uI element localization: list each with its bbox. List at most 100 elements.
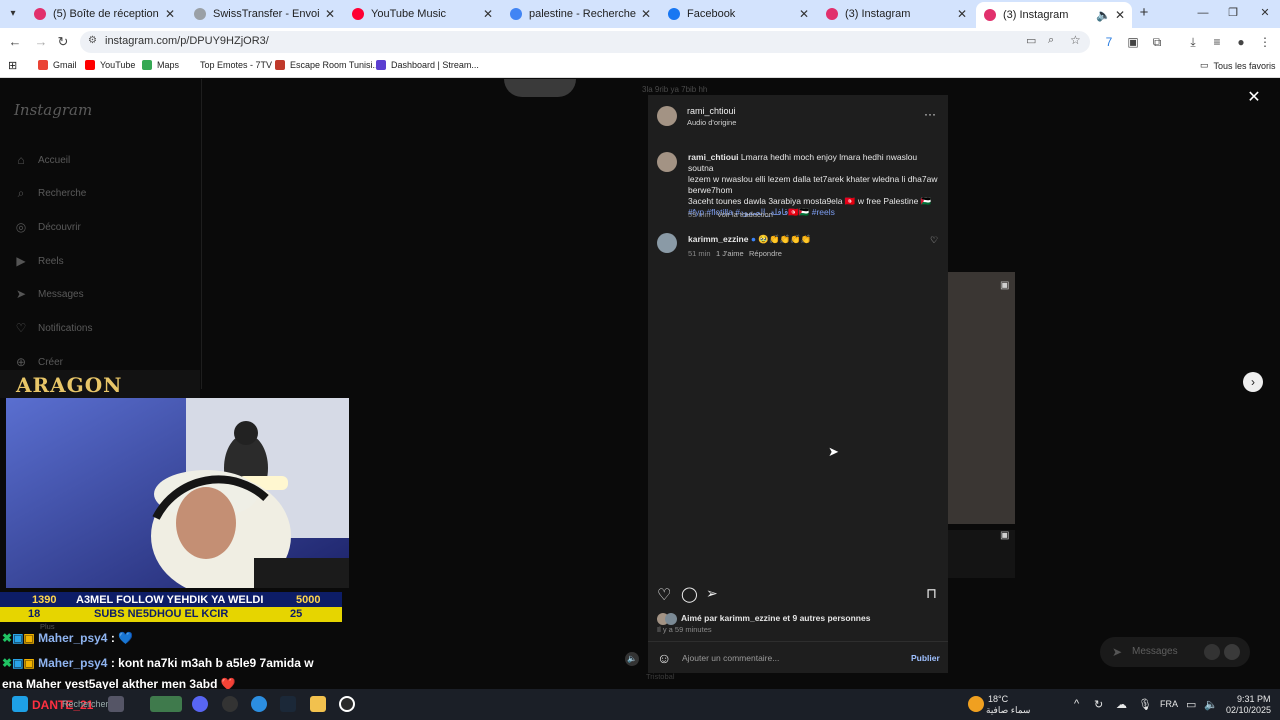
reload-icon[interactable]: ↻ [54, 33, 72, 51]
profile-icon[interactable]: ● [1232, 33, 1250, 51]
bookmark-dashboard[interactable]: Dashboard | Stream... [376, 60, 479, 70]
tab-youtube-music[interactable]: YouTube Music ✕ [344, 2, 500, 26]
apps-icon[interactable]: ⊞ [8, 59, 17, 72]
reply-link[interactable]: Répondre [749, 249, 782, 258]
nav-notifications[interactable]: ♡ Notifications [14, 321, 93, 335]
obs-icon[interactable] [222, 696, 238, 712]
cloud-icon[interactable]: ☁ [1116, 698, 1127, 711]
mute-icon[interactable]: 🔈 [625, 652, 639, 666]
nav-label: Créer [38, 356, 64, 368]
badge-icon: ▣ [12, 631, 24, 645]
messages-drawer[interactable]: ➤ Messages [1100, 637, 1250, 667]
extensions-puzzle-icon[interactable]: ⧉ [1148, 33, 1166, 51]
forward-icon[interactable]: → [32, 33, 50, 51]
avatar[interactable] [657, 152, 677, 172]
comment-likes[interactable]: 1 J'aime [716, 249, 744, 258]
new-tab-button[interactable]: + [1135, 4, 1153, 22]
nav-search[interactable]: ⌕ Recherche [14, 186, 87, 200]
more-options-icon[interactable]: ··· [924, 107, 936, 121]
install-icon[interactable]: ▭ [1026, 34, 1036, 47]
nav-explore[interactable]: ◎ Découvrir [14, 220, 81, 234]
post-author[interactable]: rami_chtioui [687, 106, 736, 116]
bookmark-maps[interactable]: Maps [142, 60, 179, 70]
clock-date[interactable]: 02/10/2025 [1226, 705, 1271, 715]
all-bookmarks[interactable]: ▭ Tous les favoris [1200, 60, 1276, 71]
liked-by-text[interactable]: Aimé par karimm_ezzine et 9 autres perso… [681, 613, 870, 624]
chevron-up-icon[interactable]: ^ [1074, 698, 1079, 710]
bookmark-youtube[interactable]: YouTube [85, 60, 135, 70]
tab-google-search[interactable]: palestine - Recherche Google ✕ [502, 2, 658, 26]
speaker-icon[interactable]: 🔈 [1096, 8, 1111, 22]
bookmark-star-icon[interactable]: ☆ [1070, 33, 1081, 47]
volume-icon[interactable]: 🔈 [1204, 698, 1218, 711]
nav-label: Notifications [38, 322, 93, 334]
zoom-icon[interactable]: ⌕ [1048, 34, 1054, 47]
nav-home[interactable]: ⌂ Accueil [14, 153, 70, 167]
back-icon[interactable]: ← [6, 33, 24, 51]
steam-icon[interactable] [280, 696, 296, 712]
bookmark-escape-room[interactable]: Escape Room Tunisi... [275, 60, 380, 70]
menu-icon[interactable]: ⋮ [1256, 33, 1274, 51]
widgets-icon[interactable] [150, 696, 182, 712]
download-icon[interactable]: ⤓ [1184, 33, 1202, 51]
site-info-icon[interactable]: ⚙ [88, 35, 97, 46]
nav-reels[interactable]: ▶ Reels [14, 254, 63, 268]
address-bar[interactable]: ⚙ instagram.com/p/DPUY9HZjOR3/ ▭ ⌕ ☆ [80, 31, 1090, 53]
tab-facebook[interactable]: Facebook ✕ [660, 2, 816, 26]
audio-link[interactable]: Audio d'origine [687, 118, 736, 127]
input-language[interactable]: FRA [1160, 699, 1178, 709]
network-icon[interactable]: ▭ [1186, 698, 1196, 711]
close-tab-icon[interactable]: ✕ [638, 7, 654, 21]
chrome-icon[interactable] [251, 696, 267, 712]
publish-button[interactable]: Publier [911, 653, 940, 664]
avatar[interactable] [657, 233, 677, 253]
windows-start-icon[interactable] [12, 696, 28, 712]
restore-button[interactable]: ❐ [1218, 4, 1248, 22]
bookmark-gmail[interactable]: Gmail [38, 60, 77, 70]
close-tab-icon[interactable]: ✕ [796, 7, 812, 21]
tab-inbox[interactable]: (5) Boîte de réception • Direct ✕ [26, 2, 182, 26]
close-tab-icon[interactable]: ✕ [1112, 8, 1128, 22]
tab-instagram[interactable]: (3) Instagram ✕ [818, 2, 974, 26]
see-translation-link[interactable]: Voir la traduction [717, 210, 773, 219]
comment-icon[interactable]: ◯ [681, 585, 698, 603]
comment-username[interactable]: karimm_ezzine [688, 234, 748, 244]
caption-username[interactable]: rami_chtioui [688, 152, 739, 162]
close-tab-icon[interactable]: ✕ [162, 7, 178, 21]
save-icon[interactable]: ⊓ [926, 585, 937, 602]
clock-time[interactable]: 9:31 PM [1237, 694, 1271, 704]
extension-icon[interactable]: ▣ [1124, 33, 1142, 51]
like-comment-icon[interactable]: ♡ [930, 235, 938, 246]
media-controls-icon[interactable]: ≡ [1208, 33, 1226, 51]
media-player-icon[interactable] [339, 696, 355, 712]
taskview-icon[interactable] [108, 696, 124, 712]
like-icon[interactable]: ♡ [657, 585, 671, 605]
minimize-button[interactable]: — [1188, 4, 1218, 22]
close-tab-icon[interactable]: ✕ [322, 7, 338, 21]
comment-input[interactable]: Ajouter un commentaire... [682, 653, 779, 664]
close-window-button[interactable]: ✕ [1250, 4, 1280, 22]
avatar[interactable] [657, 106, 677, 126]
microphone-icon[interactable]: 🎙 [1138, 698, 1152, 711]
bookmark-7tv[interactable]: Top Emotes - 7TV [200, 60, 272, 70]
tab-instagram-active[interactable]: (3) Instagram 🔈 ✕ [976, 2, 1132, 28]
close-tab-icon[interactable]: ✕ [954, 7, 970, 21]
close-modal-icon[interactable]: ✕ [1244, 88, 1264, 108]
browser-toolbar: ← → ↻ ⚙ instagram.com/p/DPUY9HZjOR3/ ▭ ⌕… [0, 28, 1280, 56]
nav-create[interactable]: ⊕ Créer [14, 355, 63, 369]
next-post-button[interactable]: › [1243, 372, 1263, 392]
close-tab-icon[interactable]: ✕ [480, 7, 496, 21]
emoji-icon[interactable]: ☺ [657, 650, 671, 666]
share-icon[interactable]: ➢ [706, 585, 718, 602]
tab-swisstransfer[interactable]: SwissTransfer - Envoi sécurisé e ✕ [186, 2, 342, 26]
file-explorer-icon[interactable] [310, 696, 326, 712]
nav-messages[interactable]: ➤ Messages [14, 287, 84, 301]
search-box[interactable]: Rechercher [62, 699, 109, 709]
sync-icon[interactable]: ↻ [1094, 698, 1103, 711]
discord-icon[interactable] [192, 696, 208, 712]
weather-icon[interactable] [968, 696, 984, 712]
youtube-music-icon [352, 8, 364, 20]
tab-search-icon[interactable]: ▾ [4, 5, 22, 23]
instagram-logo[interactable]: Instagram [14, 101, 92, 119]
extension-7tv-icon[interactable]: 7 [1100, 33, 1118, 51]
